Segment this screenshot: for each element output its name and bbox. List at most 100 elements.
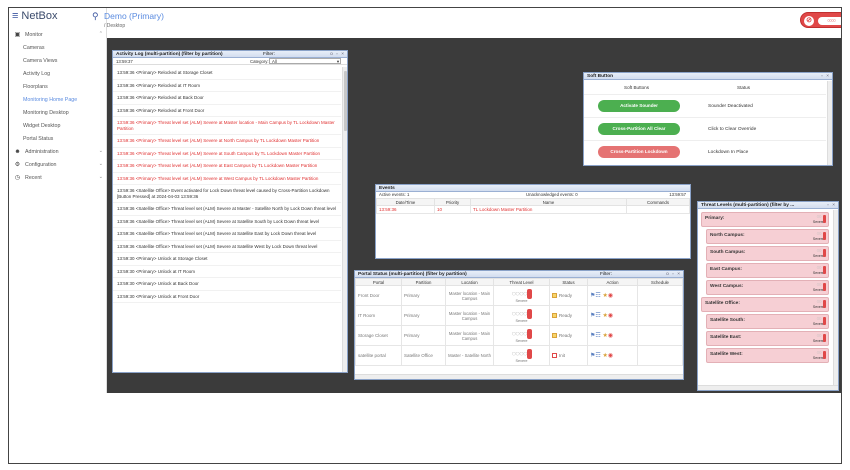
window-controls[interactable]: ▫ × <box>821 73 830 79</box>
col-portal[interactable]: Portal <box>355 278 402 286</box>
col-partition[interactable]: Partition <box>401 278 446 286</box>
sidebar-item-monitoring-home-page[interactable]: Monitoring Home Page <box>9 93 107 106</box>
brand[interactable]: ≡ NetBox <box>12 10 58 22</box>
chevron-up-icon[interactable]: ⌃ <box>99 31 103 37</box>
lock-icon[interactable]: ☶ <box>595 333 600 339</box>
col-threat-level[interactable]: Threat Level <box>493 278 550 286</box>
threat-level-indicator[interactable]: ○○ Severe <box>813 282 826 292</box>
log-entry[interactable]: 13:59:36 <Primary> Threat level set (ALM… <box>113 173 341 185</box>
log-entry[interactable]: 13:59:36 <Primary> Threat level set (ALM… <box>113 135 341 148</box>
table-row[interactable]: satellite portal Satellite Office Master -… <box>355 345 683 366</box>
log-entry[interactable]: 13:59:36 <Primary> Relocked at Back Door <box>113 92 341 105</box>
window-titlebar[interactable]: Soft Button ▫ × <box>584 73 832 80</box>
sidebar-item-widget-desktop[interactable]: Widget Desktop <box>9 119 107 132</box>
window-controls[interactable]: o ▫ × <box>330 51 345 57</box>
threat-level-item[interactable]: Satellite West: ○○ Severe <box>706 348 829 363</box>
event-row[interactable]: 13:59:36 10 TL Lockdown Master Partition <box>376 205 690 214</box>
threat-level-item[interactable]: Satellite Office: ○○ Severe <box>701 297 829 312</box>
col-schedule[interactable]: Schedule <box>637 278 683 286</box>
threat-level-indicator[interactable]: ○○ Severe <box>813 350 826 360</box>
lock-icon[interactable]: ☶ <box>595 313 600 319</box>
threat-level-indicator[interactable]: ○○ Severe <box>813 333 826 343</box>
sidebar-item-recent[interactable]: ◷ Recent ⌄ <box>9 171 107 184</box>
lockdown-icon[interactable]: ◉ <box>608 353 613 359</box>
chevron-down-icon[interactable]: ⌄ <box>99 148 103 154</box>
window-titlebar[interactable]: Activity Log (multi-partition) (filter b… <box>113 51 347 58</box>
col-name[interactable]: Name <box>470 198 627 206</box>
threat-level-indicator[interactable]: ○○ Severe <box>813 231 826 241</box>
lock-icon[interactable]: ☶ <box>595 353 600 359</box>
threat-levels-window[interactable]: Threat Levels (multi-partition) (filter … <box>697 201 839 391</box>
activity-log-window[interactable]: Activity Log (multi-partition) (filter b… <box>112 50 348 373</box>
soft-button[interactable]: Cross-Partition All Clear <box>598 123 680 135</box>
threat-level-indicator[interactable]: ○○ Severe <box>813 248 826 258</box>
soft-button-scrollbar[interactable] <box>827 81 832 165</box>
table-row[interactable]: IT Room Primary Master location - Main Cam… <box>355 305 683 326</box>
threat-level-item[interactable]: North Campus: ○○ Severe <box>706 229 829 244</box>
threat-level-item[interactable]: East Campus: ○○ Severe <box>706 263 829 278</box>
chevron-down-icon[interactable]: ⌄ <box>99 174 103 180</box>
menu-collapse-icon[interactable]: ≡ <box>12 10 18 22</box>
sidebar-item-camera-views[interactable]: Camera Views <box>9 54 107 67</box>
col-location[interactable]: Location <box>445 278 494 286</box>
tenant-selector[interactable]: Demo (Primary) <box>104 11 164 21</box>
threat-level-scrollbar[interactable] <box>833 210 838 385</box>
col-priority[interactable]: Priority <box>434 198 471 206</box>
scroll-thumb[interactable] <box>344 71 347 131</box>
threat-level-item[interactable]: West Campus: ○○ Severe <box>706 280 829 295</box>
window-titlebar[interactable]: Threat Levels (multi-partition) (filter … <box>698 202 838 209</box>
sidebar-item-monitoring-desktop[interactable]: Monitoring Desktop <box>9 106 107 119</box>
log-entry[interactable]: 13:59:36 <Primary> Relocked at Storage C… <box>113 67 341 80</box>
portal-status-window[interactable]: Portal Status (multi-partition) (filter … <box>354 270 684 380</box>
log-scrollbar[interactable] <box>342 67 347 372</box>
chevron-down-icon[interactable]: ⌄ <box>99 161 103 167</box>
window-titlebar[interactable]: Events <box>376 185 690 192</box>
col-status[interactable]: Status <box>549 278 588 286</box>
sidebar-item-monitor[interactable]: ▣ Monitor ⌃ <box>9 28 107 41</box>
sidebar-item-cameras[interactable]: Cameras <box>9 41 107 54</box>
log-entry[interactable]: 13:59:30 <Primary> Unlock at Back Door <box>113 278 341 291</box>
threat-level-indicator[interactable]: ○○ Severe <box>813 316 826 326</box>
events-window[interactable]: Events Active events: 1 Unacknowledged e… <box>375 184 691 259</box>
log-entry[interactable]: 13:59:36 <Primary> Relocked at Front Doo… <box>113 105 341 117</box>
window-controls[interactable]: ▫ × <box>827 202 836 208</box>
log-entry[interactable]: 13:59:36 <Primary> Threat level set (ALM… <box>113 117 341 135</box>
table-row[interactable]: Storage Closet Primary Master location - M… <box>355 325 683 346</box>
lockdown-icon[interactable]: ◉ <box>608 333 613 339</box>
log-entry[interactable]: 13:59:30 <Primary> Unlock at Storage Clo… <box>113 253 341 266</box>
lock-icon[interactable]: ☶ <box>595 293 600 299</box>
threat-level-item[interactable]: Satellite East: ○○ Severe <box>706 331 829 346</box>
threat-level-indicator[interactable]: ○○ Severe <box>813 299 826 309</box>
soft-button-window[interactable]: Soft Button ▫ × Soft Buttons Status Acti… <box>583 72 833 166</box>
lockdown-icon[interactable]: ◉ <box>608 293 613 299</box>
log-entry[interactable]: 13:59:36 <Primary> Threat level set (ALM… <box>113 160 341 173</box>
log-entry[interactable]: 13:59:36 <Primary> Relocked at IT Room <box>113 80 341 92</box>
log-entry[interactable]: 13:59:36 <Satellite Office> Threat level… <box>113 228 341 241</box>
log-entry[interactable]: 13:59:36 <Satellite Office> Event activa… <box>113 185 341 203</box>
soft-button[interactable]: Activate Sounder <box>598 100 680 112</box>
sidebar-item-floorplans[interactable]: Floorplans <box>9 80 107 93</box>
category-select[interactable]: All ▾ <box>269 58 341 64</box>
threat-level-toggle[interactable]: ⊘ ○○○○ <box>800 12 841 28</box>
sidebar-item-activity-log[interactable]: Activity Log <box>9 67 107 80</box>
threat-level-item[interactable]: Satellite South: ○○ Severe <box>706 314 829 329</box>
soft-button[interactable]: Cross-Partition Lockdown <box>598 146 680 158</box>
sidebar-item-administration[interactable]: ☻ Administration ⌄ <box>9 145 107 158</box>
threat-level-item[interactable]: South Campus: ○○ Severe <box>706 246 829 261</box>
sidebar-item-portal-status[interactable]: Portal Status <box>9 132 107 145</box>
threat-level-item[interactable]: Primary: ○○ Severe <box>701 212 829 227</box>
sidebar-item-configuration[interactable]: ⚙ Configuration ⌄ <box>9 158 107 171</box>
search-icon[interactable]: ⚲ <box>92 11 99 22</box>
log-entry[interactable]: 13:59:30 <Primary> Unlock at IT Room <box>113 266 341 278</box>
log-entry[interactable]: 13:59:36 <Satellite Office> Threat level… <box>113 241 341 253</box>
threat-level-hscrollbar[interactable] <box>698 385 838 390</box>
log-entry[interactable]: 13:59:36 <Primary> Threat level set (ALM… <box>113 148 341 160</box>
lockdown-icon[interactable]: ◉ <box>608 313 613 319</box>
log-entry[interactable]: 13:59:30 <Primary> Unlock at Front Door <box>113 291 341 303</box>
log-entry[interactable]: 13:59:36 <Satellite Office> Threat level… <box>113 203 341 216</box>
threat-level-indicator[interactable]: ○○ Severe <box>813 214 826 224</box>
portal-hscrollbar[interactable] <box>355 374 683 379</box>
threat-level-indicator[interactable]: ○○ Severe <box>813 265 826 275</box>
window-controls[interactable]: o ▫ × <box>666 271 681 277</box>
col-datetime[interactable]: Date/Time <box>376 198 435 206</box>
